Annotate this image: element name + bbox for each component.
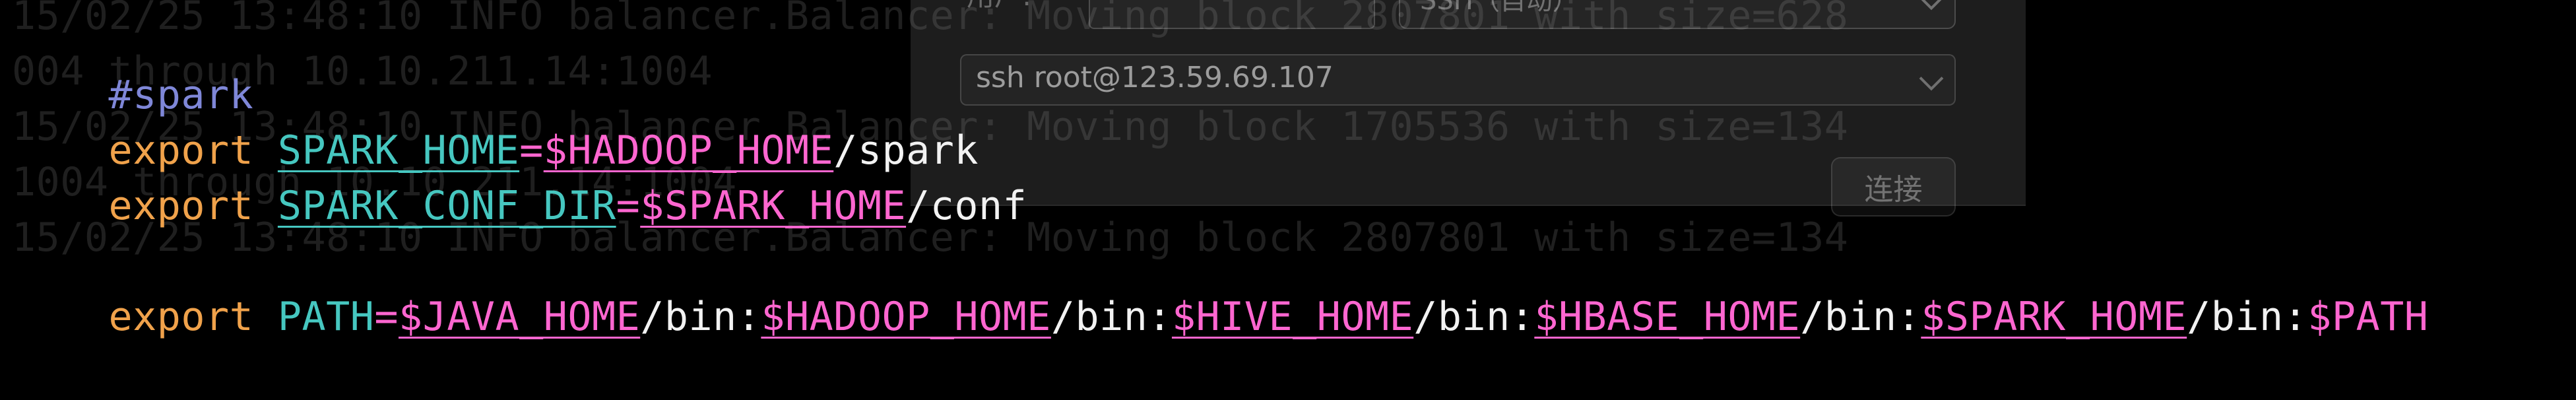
chevron-down-icon bbox=[1919, 66, 1944, 91]
operator: = bbox=[374, 294, 399, 340]
path-text: /conf bbox=[906, 183, 1027, 229]
variable-ref: $JAVA_HOME bbox=[399, 294, 641, 340]
connection-dialog: 用户: SSH（自动） ssh root@123.59.69.107 连接 bbox=[911, 0, 2026, 217]
operator: = bbox=[616, 183, 641, 229]
export-line: export PATH=$JAVA_HOME/bin:$HADOOP_HOME/… bbox=[12, 234, 2428, 400]
keyword: export bbox=[108, 294, 254, 340]
variable-name: SPARK_CONF_DIR bbox=[277, 183, 616, 229]
path-text: /bin: bbox=[640, 294, 761, 340]
user-label: 用户: bbox=[967, 0, 1031, 14]
protocol-value: SSH（自动） bbox=[1420, 0, 1579, 16]
variable-ref: $HADOOP_HOME bbox=[761, 294, 1051, 340]
path-text: /bin: bbox=[1413, 294, 1535, 340]
terminal-window[interactable]: 15/02/25 13:48:10 INFO balancer.Balancer… bbox=[0, 0, 2576, 340]
connect-button[interactable]: 连接 bbox=[1831, 157, 1956, 217]
variable-ref: $HBASE_HOME bbox=[1534, 294, 1801, 340]
variable-name: PATH bbox=[277, 294, 375, 340]
user-input[interactable] bbox=[1089, 0, 1375, 29]
keyword: export bbox=[108, 183, 254, 229]
path-text: /bin: bbox=[1800, 294, 1921, 340]
command-value: ssh root@123.59.69.107 bbox=[976, 61, 1334, 94]
command-select[interactable]: ssh root@123.59.69.107 bbox=[960, 54, 1956, 106]
path-text: /bin: bbox=[2187, 294, 2308, 340]
path-text: /bin: bbox=[1050, 294, 1172, 340]
chevron-down-icon bbox=[1919, 0, 1944, 11]
protocol-select[interactable]: SSH（自动） bbox=[1399, 0, 1956, 29]
variable-ref: $SPARK_HOME bbox=[1921, 294, 2187, 340]
variable-ref: $PATH bbox=[2307, 294, 2429, 340]
variable-ref: $HIVE_HOME bbox=[1171, 294, 1414, 340]
variable-ref: $SPARK_HOME bbox=[640, 183, 907, 229]
